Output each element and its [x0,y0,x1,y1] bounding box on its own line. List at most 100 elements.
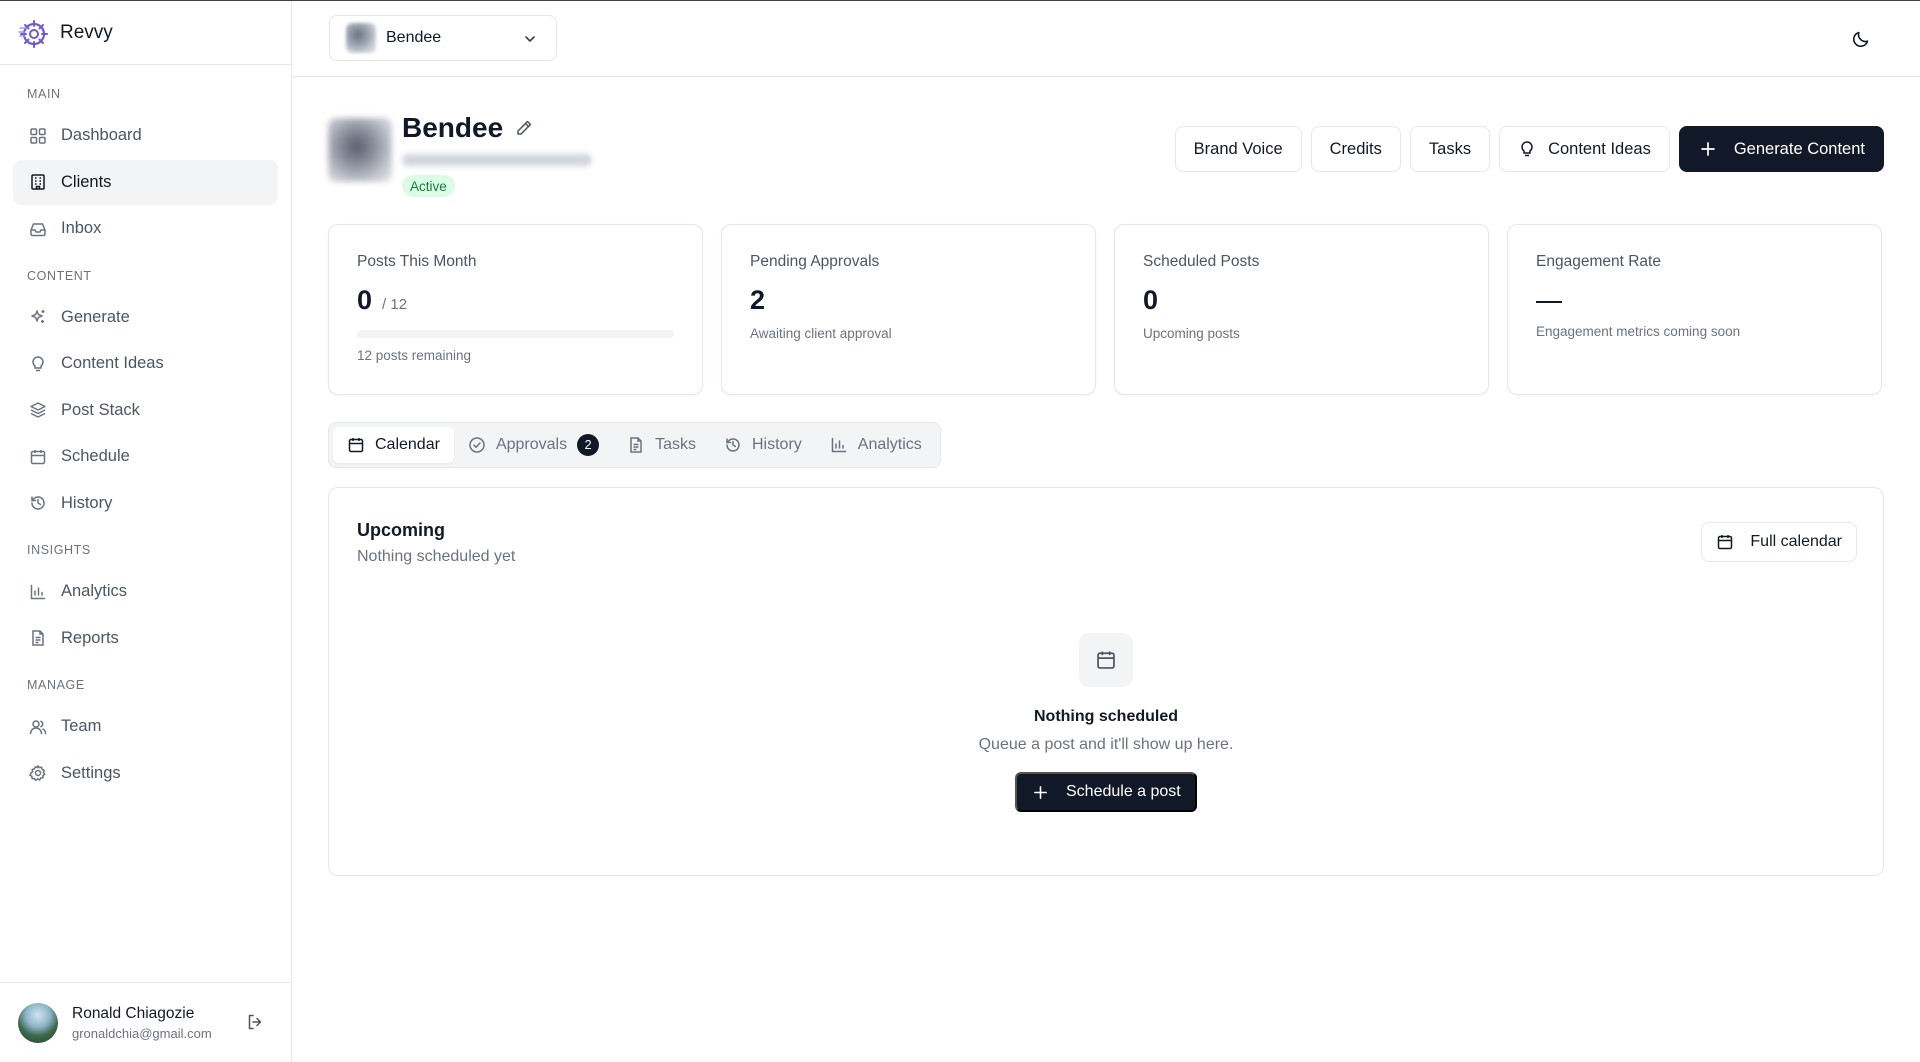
sidebar-item-label: Team [61,717,102,735]
sidebar-item-label: Reports [61,628,119,647]
empty-state-title: Nothing scheduled [1034,708,1178,725]
empty-value-dash [1536,301,1562,303]
sidebar-item-label: Generate [61,307,130,326]
brand[interactable]: Revvy [0,1,291,65]
sidebar-item-dashboard[interactable]: Dashboard [13,113,278,158]
tab-label: Tasks [655,436,696,453]
sidebar-item-inbox[interactable]: Inbox [13,206,278,251]
bar-chart-icon [29,583,47,601]
header-actions: Brand Voice Credits Tasks Content Ideas … [1174,126,1884,172]
stat-card-scheduled-posts: Scheduled Posts 0 Upcoming posts [1114,224,1489,395]
stat-card-engagement-rate: Engagement Rate Engagement metrics comin… [1507,224,1882,395]
user-profile[interactable]: Ronald Chiagozie gronaldchia@gmail.com [0,982,291,1062]
nav-section-manage: MANAGE [27,678,85,692]
tab-approvals[interactable]: Approvals 2 [454,427,613,463]
empty-state-calendar-icon [1079,633,1133,687]
stat-title: Pending Approvals [750,253,880,270]
sidebar-item-clients[interactable]: Clients [13,159,278,205]
document-icon [29,629,47,647]
chevron-down-icon [522,31,538,47]
user-info: Ronald Chiagozie gronaldchia@gmail.com [72,1005,212,1041]
sidebar-item-generate[interactable]: Generate [13,295,278,340]
sidebar-item-label: Schedule [61,447,130,465]
tab-tasks[interactable]: Tasks [613,427,710,463]
sidebar-item-analytics[interactable]: Analytics [13,569,278,614]
plus-icon [1033,785,1048,800]
sidebar-item-label: Inbox [61,219,102,237]
tab-label: Analytics [857,436,922,453]
stat-number: 0 [357,285,373,315]
grid-icon [29,127,47,145]
moon-icon[interactable] [1851,29,1871,49]
plus-icon [1700,141,1716,157]
user-name: Ronald Chiagozie [72,1004,195,1022]
sidebar-item-settings[interactable]: Settings [13,751,278,796]
button-label: Schedule a post [1066,783,1181,800]
button-label: Content Ideas [1548,139,1651,158]
status-badge: Active [402,175,455,197]
nav-section-insights: INSIGHTS [27,543,91,557]
user-email: gronaldchia@gmail.com [72,1025,212,1041]
button-label: Full calendar [1750,533,1842,550]
tab-history[interactable]: History [710,427,816,463]
client-selector[interactable]: Bendee [329,15,557,61]
sidebar-item-schedule[interactable]: Schedule [13,434,278,479]
revvy-logo-icon [18,18,48,48]
sidebar-item-content-ideas[interactable]: Content Ideas [13,341,278,386]
calendar-icon [29,448,47,466]
inbox-icon [29,220,47,238]
stat-value: 0 [1143,285,1159,315]
pencil-icon[interactable] [514,118,534,138]
stat-caption: 12 posts remaining [357,348,472,363]
app-name: Revvy [60,21,113,43]
stat-title: Posts This Month [357,253,477,270]
gear-icon [29,764,47,782]
sidebar-item-post-stack[interactable]: Post Stack [13,388,278,433]
stat-value: 2 [750,285,766,315]
check-circle-icon [468,436,486,454]
tab-calendar[interactable]: Calendar [333,427,454,463]
stat-card-posts-this-month: Posts This Month 0 / 12 12 posts remaini… [328,224,703,395]
tab-label: History [752,436,802,453]
client-email-redacted [402,154,592,166]
lightbulb-icon [29,355,47,373]
generate-content-button[interactable]: Generate Content [1678,126,1884,172]
sidebar: Revvy MAIN Dashboard Clients Inbox CONTE… [0,1,292,1062]
lightbulb-icon [1518,140,1536,158]
content-ideas-button[interactable]: Content Ideas [1499,126,1670,172]
sidebar-item-history[interactable]: History [13,481,278,526]
sidebar-item-label: Post Stack [61,400,140,419]
avatar [18,1002,58,1043]
stat-caption: Engagement metrics coming soon [1536,324,1741,339]
sidebar-item-reports[interactable]: Reports [13,616,278,661]
credits-button[interactable]: Credits [1310,126,1401,172]
schedule-post-button[interactable]: Schedule a post [1015,772,1197,812]
upcoming-panel: Upcoming Nothing scheduled yet Full cale… [328,487,1884,876]
layers-icon [29,401,47,419]
history-icon [29,494,47,512]
stat-title: Scheduled Posts [1143,253,1260,270]
tasks-button[interactable]: Tasks [1409,126,1491,172]
approvals-count-badge: 2 [577,434,600,456]
sidebar-item-label: Content Ideas [61,354,164,372]
panel-subtitle: Nothing scheduled yet [357,548,516,565]
panel-title: Upcoming [357,520,445,540]
tab-analytics[interactable]: Analytics [816,427,936,463]
stat-value: 0 / 12 [357,285,674,316]
client-avatar [328,118,392,182]
nav-section-main: MAIN [27,87,61,101]
tab-label: Approvals [495,436,568,453]
brand-voice-button[interactable]: Brand Voice [1174,126,1302,172]
client-tabs: Calendar Approvals 2 Tasks History Analy… [328,422,941,468]
client-selector-label: Bendee [386,29,442,46]
sidebar-item-team[interactable]: Team [13,704,278,749]
sidebar-item-label: Dashboard [61,126,142,144]
client-header: Bendee Active Brand Voice Credits Tasks … [328,112,1884,197]
button-label: Generate Content [1733,139,1865,158]
full-calendar-button[interactable]: Full calendar [1701,522,1857,562]
sidebar-item-label: Clients [61,172,112,191]
calendar-icon [347,436,365,454]
logout-icon[interactable] [246,1013,264,1031]
building-icon [29,173,47,191]
page-title: Bendee [402,112,504,143]
